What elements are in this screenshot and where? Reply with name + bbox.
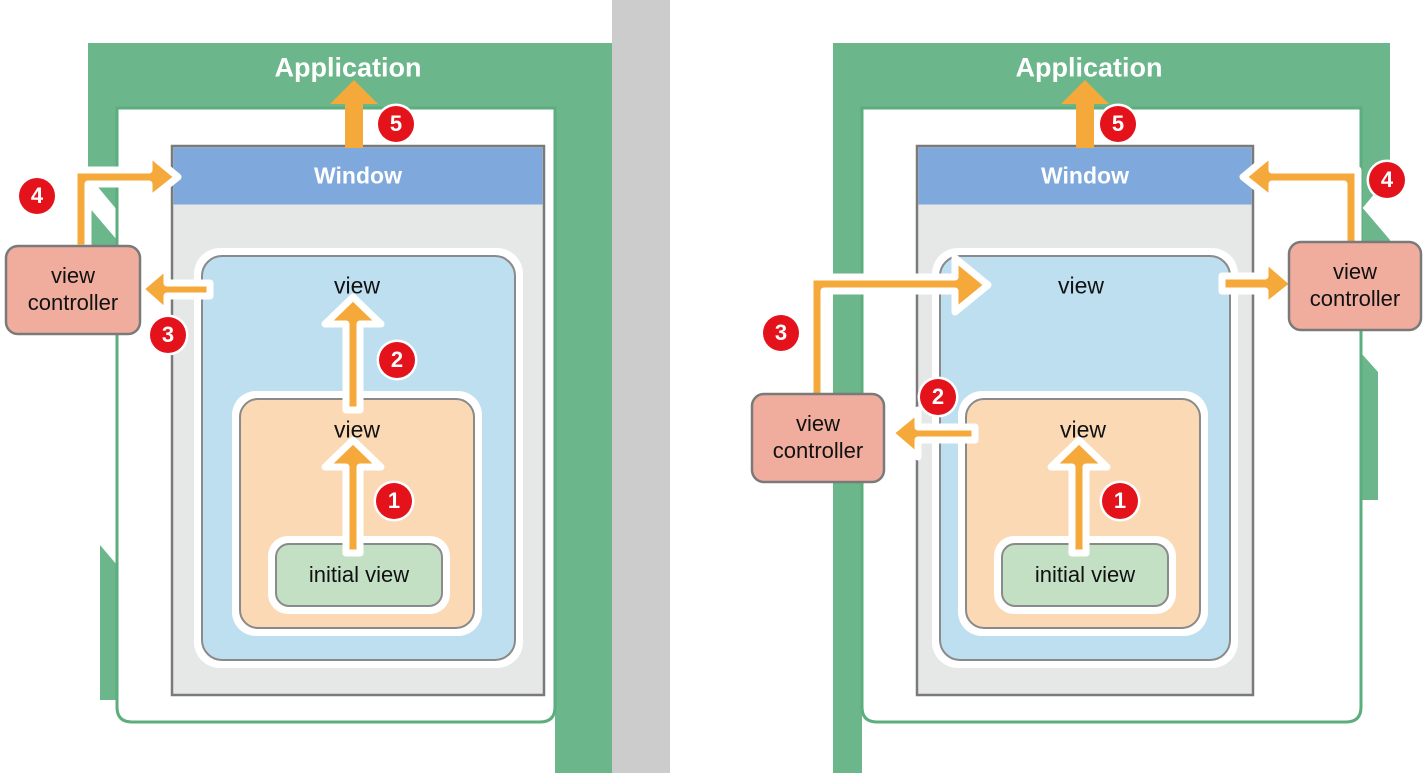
right-panel-group — [750, 43, 1423, 773]
step-badge-2-left: 2 — [379, 342, 415, 378]
view-controller-lower-box-right — [750, 392, 886, 484]
window-titlebar-right — [918, 147, 1252, 205]
step-badge-5-right: 5 — [1100, 106, 1136, 142]
view-controller-box-left — [4, 244, 142, 336]
step-badge-3-right: 3 — [763, 315, 799, 351]
step-badge-4-left: 4 — [19, 178, 55, 214]
step-badge-2-right: 2 — [920, 379, 956, 415]
view-controller-upper-box-right — [1287, 240, 1423, 332]
left-panel-group — [4, 43, 612, 773]
page-divider-strip — [612, 0, 670, 773]
step-badge-4-right: 4 — [1369, 162, 1405, 198]
step-badge-1-right: 1 — [1102, 483, 1138, 519]
diagram-svg — [4, 0, 1423, 773]
step-badge-3-left: 3 — [150, 317, 186, 353]
window-titlebar-left — [173, 147, 543, 205]
diagram-canvas: Application Window view view initial vie… — [0, 0, 1425, 773]
step-badge-5-left: 5 — [378, 106, 414, 142]
application-green-notch-left-2 — [100, 545, 117, 700]
application-green-notch-right-2 — [1361, 353, 1378, 500]
step-badge-1-left: 1 — [376, 483, 412, 519]
